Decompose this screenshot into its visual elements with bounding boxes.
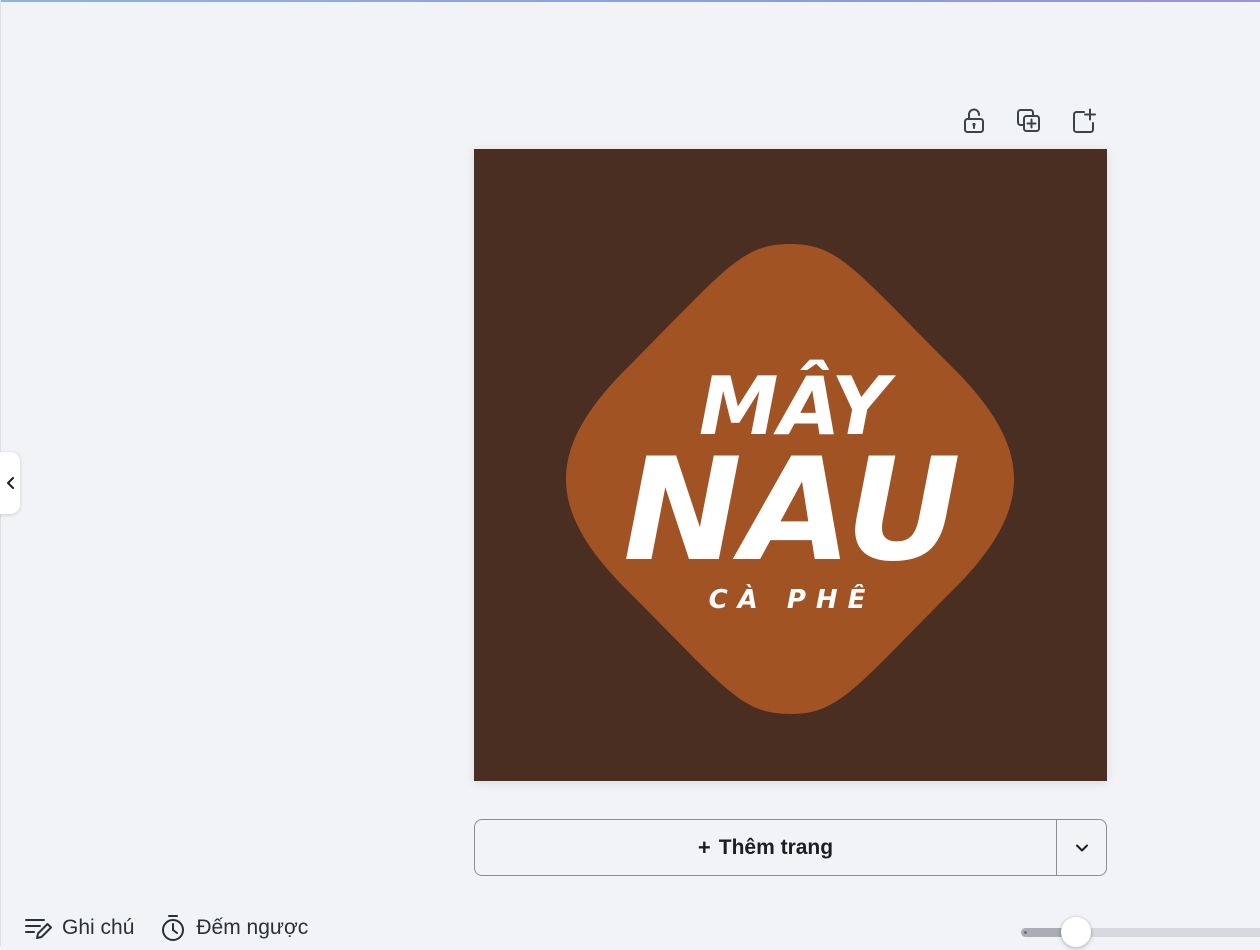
unlock-icon bbox=[964, 108, 984, 133]
footer-toolbar: Ghi chú Đếm ngược bbox=[24, 914, 308, 942]
brand-subline: CÀ PHÊ bbox=[709, 583, 876, 615]
add-page-toolbar-button[interactable] bbox=[1066, 104, 1102, 138]
zoom-thumb[interactable] bbox=[1061, 917, 1091, 947]
plus-icon: + bbox=[697, 834, 711, 860]
add-page-control: + Thêm trang bbox=[474, 819, 1107, 876]
duplicate-page-button[interactable] bbox=[1011, 104, 1047, 138]
lock-page-button[interactable] bbox=[956, 104, 992, 138]
brand-line-2: NAU bbox=[623, 428, 961, 593]
notes-label: Ghi chú bbox=[62, 916, 135, 939]
stopwatch-icon bbox=[162, 915, 185, 941]
add-page-icon bbox=[1073, 108, 1096, 133]
timer-label: Đếm ngược bbox=[196, 916, 309, 939]
notes-button[interactable]: Ghi chú bbox=[24, 914, 134, 942]
notes-icon bbox=[25, 919, 52, 939]
collapse-panel-button[interactable] bbox=[0, 452, 20, 514]
chevron-down-icon bbox=[1075, 844, 1088, 851]
add-page-options-button[interactable] bbox=[1057, 820, 1106, 875]
zoom-min-dot bbox=[1024, 931, 1027, 934]
design-canvas[interactable]: MÂY NAU CÀ PHÊ bbox=[474, 149, 1107, 781]
logo-artwork: MÂY NAU CÀ PHÊ bbox=[474, 149, 1107, 781]
zoom-track bbox=[1021, 928, 1260, 937]
add-page-label: Thêm trang bbox=[718, 835, 834, 859]
chevron-left-icon bbox=[7, 477, 14, 489]
timer-button[interactable]: Đếm ngược bbox=[160, 914, 308, 942]
zoom-slider[interactable] bbox=[1021, 916, 1260, 950]
add-page-button[interactable]: + Thêm trang bbox=[475, 820, 1056, 875]
page-toolbar bbox=[956, 104, 1102, 138]
duplicate-page-icon bbox=[1017, 109, 1040, 132]
top-accent-line bbox=[0, 0, 1260, 2]
